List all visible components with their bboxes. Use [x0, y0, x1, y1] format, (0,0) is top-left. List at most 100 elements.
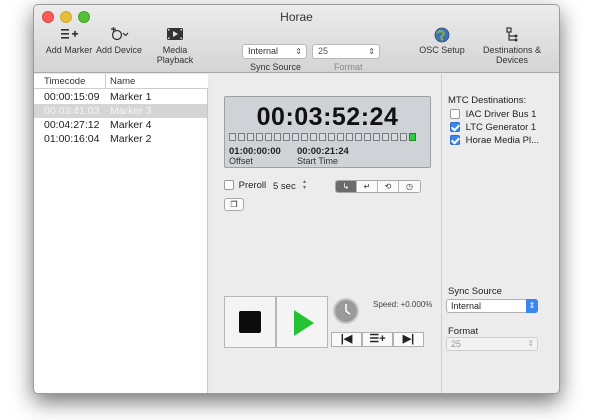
meter-segment: [355, 133, 362, 141]
meter-segment: [382, 133, 389, 141]
format-select[interactable]: 25 ⇕: [312, 44, 380, 59]
mtc-destinations-title: MTC Destinations:: [448, 95, 527, 106]
toolbar: Horae Add Marker Add Device Media Playba…: [34, 5, 559, 73]
chevron-updown-icon: ⇕: [526, 299, 538, 313]
media-playback-button[interactable]: Media Playback: [144, 27, 206, 65]
timecode-display: 00:03:52:24 01:00:00:00 Offset 00:00:21:…: [224, 96, 431, 168]
meter-segment: [364, 133, 371, 141]
mtc-item[interactable]: IAC Driver Bus 1: [450, 109, 536, 120]
marker-name: Marker 4: [110, 119, 152, 131]
mtc-item-label: LTC Generator 1: [465, 122, 537, 133]
meter-segment: [238, 133, 245, 141]
marker-list: Timecode Name 00:00:15:09 Marker 1 00:03…: [34, 74, 208, 393]
skip-forward-icon: ▶|: [402, 333, 415, 345]
preroll-value[interactable]: 5 sec: [273, 181, 296, 192]
meter-segment: [265, 133, 272, 141]
level-meter: [229, 133, 416, 142]
sync-source-select[interactable]: Internal ⇕: [242, 44, 307, 59]
clock-icon: [333, 298, 359, 324]
globe-icon: [419, 27, 465, 43]
format-value: 25: [318, 46, 329, 56]
sync-source-label: Sync Source: [448, 286, 502, 297]
meter-segment: [319, 133, 326, 141]
preroll-stepper[interactable]: ▴ ▾: [301, 179, 308, 192]
duplicate-button[interactable]: ❐: [224, 198, 244, 211]
app-window: Horae Add Marker Add Device Media Playba…: [33, 4, 560, 394]
meter-segment: [373, 133, 380, 141]
chevron-updown-icon: ⇕: [368, 47, 375, 56]
meter-segment: [400, 133, 407, 141]
mtc-item-label: IAC Driver Bus 1: [465, 109, 537, 120]
play-button[interactable]: [276, 296, 328, 348]
sync-source-label: Sync Source: [250, 62, 302, 72]
format-label: Format: [448, 326, 479, 337]
marker-name: Marker 3: [110, 105, 152, 117]
film-icon: [144, 27, 206, 43]
preroll-label: Preroll: [238, 180, 267, 191]
current-timecode: 00:03:52:24: [256, 103, 399, 131]
timecode-column-header[interactable]: Timecode: [34, 74, 106, 89]
list-item-selected[interactable]: 00:03:41:03 Marker 3: [34, 104, 207, 118]
osc-setup-button[interactable]: OSC Setup: [419, 27, 465, 55]
sync-source-select[interactable]: Internal ⇕: [446, 299, 538, 313]
marker-timecode: 00:04:27:12: [44, 119, 100, 131]
preroll-check[interactable]: [224, 180, 234, 191]
mtc-item[interactable]: Horae Media Pl...: [450, 135, 539, 146]
meter-segment: [409, 133, 416, 141]
meter-segment: [283, 133, 290, 141]
mtc-checkbox[interactable]: [450, 135, 460, 146]
destinations-devices-button[interactable]: Destinations & Devices: [466, 27, 558, 65]
add-marker-label: Add Marker: [45, 45, 93, 55]
sync-source-value: Internal: [248, 46, 279, 56]
device-plus-icon: [94, 27, 144, 43]
add-device-button[interactable]: Add Device: [94, 27, 144, 55]
list-plus-icon: [44, 27, 94, 43]
list-item[interactable]: 00:04:27:12 Marker 4: [34, 118, 207, 132]
chevron-updown-icon: ⇕: [527, 339, 534, 348]
stop-button[interactable]: [224, 296, 276, 348]
stop-icon: [239, 311, 261, 333]
mtc-item-label: Horae Media Pl...: [465, 135, 540, 146]
mode-selector[interactable]: ↳ ↵ ⟲ ◷: [335, 180, 421, 193]
marker-timecode: 00:03:41:03: [44, 105, 100, 117]
format-select[interactable]: 25 ⇕: [446, 337, 538, 351]
jump-mode-icon[interactable]: ↵: [357, 181, 378, 192]
cycle-mode-icon[interactable]: ⟲: [378, 181, 399, 192]
preroll-checkbox[interactable]: Preroll: [224, 180, 266, 191]
format-value: 25: [451, 339, 462, 349]
meter-segment: [310, 133, 317, 141]
list-item[interactable]: 00:00:15:09 Marker 1: [34, 90, 207, 104]
osc-setup-label: OSC Setup: [419, 45, 465, 55]
meter-segment: [346, 133, 353, 141]
duplicate-icon: ❐: [230, 200, 238, 209]
previous-marker-button[interactable]: |◀: [331, 332, 362, 347]
format-label: Format: [334, 62, 363, 72]
meter-segment: [337, 133, 344, 141]
play-icon: [294, 310, 314, 336]
sync-source-value: Internal: [451, 301, 482, 311]
meter-segment: [256, 133, 263, 141]
name-column-header[interactable]: Name: [106, 74, 208, 89]
list-item[interactable]: 01:00:16:04 Marker 2: [34, 132, 207, 146]
add-marker-transport-button[interactable]: ☰+: [362, 332, 393, 347]
settings-panel: MTC Destinations: IAC Driver Bus 1 LTC G…: [441, 74, 559, 393]
next-marker-button[interactable]: ▶|: [393, 332, 424, 347]
mtc-checkbox[interactable]: [450, 109, 460, 120]
meter-segment: [301, 133, 308, 141]
meter-segment: [229, 133, 236, 141]
list-plus-icon: ☰+: [369, 333, 386, 345]
skip-back-icon: |◀: [340, 333, 353, 345]
mtc-item[interactable]: LTC Generator 1: [450, 122, 536, 133]
media-playback-label: Media Playback: [156, 45, 194, 65]
meter-segment: [292, 133, 299, 141]
return-mode-icon[interactable]: ↳: [336, 181, 357, 192]
offset-label: Offset: [229, 156, 253, 166]
marker-timecode: 00:00:15:09: [44, 91, 100, 103]
add-marker-button[interactable]: Add Marker: [44, 27, 94, 55]
mtc-checkbox[interactable]: [450, 122, 460, 133]
clock-mode-icon[interactable]: ◷: [399, 181, 420, 192]
transport-panel: 00:03:52:24 01:00:00:00 Offset 00:00:21:…: [209, 74, 441, 393]
speed-readout: Speed: +0.000%: [373, 300, 433, 309]
meter-segment: [391, 133, 398, 141]
add-device-label: Add Device: [95, 45, 143, 55]
